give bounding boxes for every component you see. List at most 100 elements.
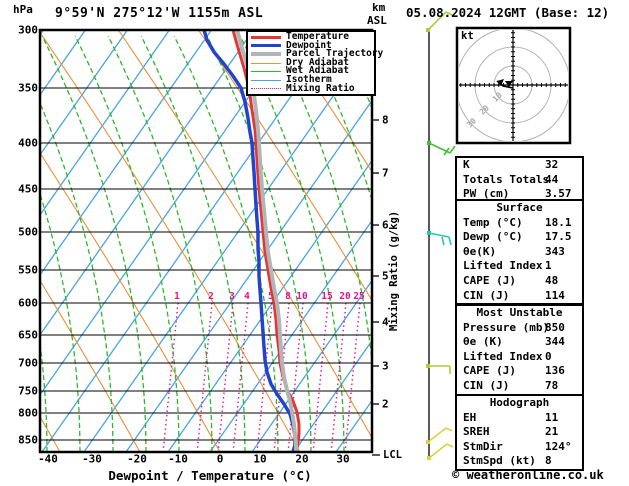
table-row-label: Totals Totals [463, 172, 550, 186]
legend-item-label: Mixing Ratio [286, 82, 355, 94]
table-row: EH 11 [457, 411, 582, 426]
pressure-tick-label: 600 [18, 296, 38, 310]
table-row-value: 48 [545, 273, 559, 287]
legend-line-sample [251, 44, 281, 48]
table-row-label: SREH [463, 425, 490, 439]
temperature-tick-label: 0 [216, 452, 224, 466]
table-row: StmSpd (kt) 8 [457, 454, 582, 469]
table-row: Pressure (mb) 850 [457, 321, 582, 336]
table-row: θe (K) 344 [457, 335, 582, 350]
pressure-tick-label: 300 [18, 23, 38, 37]
table-row-value: 32 [545, 158, 559, 171]
table-section: K 32 Totals Totals 44 PW (cm) 3.57 [455, 156, 584, 204]
table-row: CAPE (J) 136 [457, 364, 582, 379]
pressure-tick-label: 800 [18, 406, 38, 420]
mixing-ratio-axis-title: Mixing Ratio (g/kg) [388, 210, 400, 331]
table-row-label: Lifted Index [463, 259, 543, 273]
pressure-tick-label: 700 [18, 356, 38, 370]
wind-barb [427, 443, 454, 460]
table-row: θe(K) 343 [457, 245, 582, 260]
legend-item: Mixing Ratio [251, 82, 372, 94]
datetime-label: 05.08.2024 12GMT (Base: 12) [406, 5, 610, 20]
table-row: CIN (J) 78 [457, 379, 582, 394]
mixing-ratio-line-label: 8 [285, 291, 291, 302]
temperature-tick-label: -20 [127, 452, 147, 466]
legend-line-sample [251, 52, 281, 57]
hodograph-unit-label: kt [461, 30, 474, 42]
table-row-label: CIN (J) [463, 378, 510, 392]
mixing-ratio-line-label: 15 [321, 291, 333, 302]
altitude-unit-asl: ASL [367, 14, 387, 27]
legend: Temperature Dewpoint Parcel Trajectory Dry … [246, 30, 383, 97]
table-row: Totals Totals 44 [457, 173, 582, 188]
temperature-tick-label: 10 [253, 452, 267, 466]
table-row: Temp (°C) 18.1 [457, 216, 582, 231]
page-title: 9°59'N 275°12'W 1155m ASL [55, 6, 264, 21]
table-row-label: EH [463, 410, 477, 424]
km-tick-label: 3 [382, 359, 389, 373]
mixing-ratio-line-label: 25 [353, 291, 365, 302]
legend-line-sample [251, 71, 281, 73]
table-row-label: StmDir [463, 439, 503, 453]
table-row-value: 21 [545, 425, 559, 439]
table-row-label: CAPE (J) [463, 273, 516, 287]
table-row-label: θe(K) [463, 244, 497, 258]
table-row-label: StmSpd (kt) [463, 454, 536, 468]
km-tick-label: 7 [382, 166, 389, 180]
temperature-tick-label: -30 [82, 452, 102, 466]
table-row-label: CAPE (J) [463, 364, 516, 378]
wind-barb-column [426, 11, 456, 460]
table-section: Most Unstable Pressure (mb) 850 θe (K) 344 Li… [455, 304, 584, 396]
table-row: Lifted Index 1 [457, 259, 582, 274]
table-section-header: Hodograph [489, 396, 550, 409]
table-row-value: 1 [545, 259, 552, 273]
copyright-label: © weatheronline.co.uk [452, 468, 604, 482]
table-section: Surface Temp (°C) 18.1 Dewp (°C) 17.5 θe(K) 34… [455, 199, 584, 306]
wind-barb [427, 231, 452, 246]
pressure-tick-label: 450 [18, 182, 38, 196]
pressure-tick-label: 650 [18, 328, 38, 342]
table-row-label: K [463, 158, 470, 171]
table-row-value: 0 [545, 349, 552, 363]
table-row-value: 114 [545, 288, 565, 302]
mixing-ratio-line-label: 2 [208, 291, 214, 302]
mixing-ratio-line-label: 10 [296, 291, 308, 302]
lcl-label: LCL [383, 449, 402, 461]
table-row-value: 11 [545, 410, 559, 424]
table-row-label: Lifted Index [463, 349, 543, 363]
table-row: CIN (J) 114 [457, 289, 582, 304]
pressure-unit-label: hPa [13, 3, 33, 16]
pressure-tick-label: 400 [18, 136, 38, 150]
table-row: Lifted Index 0 [457, 350, 582, 365]
table-section-header: Surface [496, 201, 543, 214]
pressure-tick-label: 500 [18, 225, 38, 239]
wind-barb [426, 427, 453, 444]
pressure-tick-label: 550 [18, 263, 38, 277]
skewt-sounding-page: 1 2 3 4 5 8 10 15 20 25 10 20 30 hPa 9°59'N 275°12'W… [0, 0, 629, 486]
temperature-tick-label: 30 [336, 452, 350, 466]
table-row-value: 850 [545, 320, 565, 334]
table-row: SREH 21 [457, 425, 582, 440]
table-row-value: 44 [545, 172, 559, 186]
table-row: CAPE (J) 48 [457, 274, 582, 289]
hodograph-ring-label: 10 [491, 90, 504, 103]
table-row-value: 17.5 [545, 230, 572, 244]
temperature-tick-label: 20 [295, 452, 309, 466]
table-row-value: 344 [545, 335, 565, 349]
table-row-value: 18.1 [545, 215, 572, 229]
table-row-label: Temp (°C) [463, 215, 523, 229]
table-row-value: 343 [545, 244, 565, 258]
hodograph: 102030 [455, 26, 572, 145]
table-row-value: 78 [545, 378, 559, 392]
legend-line-sample [251, 62, 281, 64]
mixing-ratio-line-label: 4 [244, 291, 250, 302]
table-section-header: Most Unstable [476, 306, 563, 319]
table-row-label: θe (K) [463, 335, 503, 349]
table-row: K 32 [457, 158, 582, 173]
table-row-label: Pressure (mb) [463, 320, 550, 334]
table-row-label: Dewp (°C) [463, 230, 523, 244]
altitude-unit-km: km [372, 1, 386, 14]
km-tick-label: 8 [382, 113, 389, 127]
legend-line-sample [251, 88, 281, 90]
pressure-tick-label: 350 [18, 81, 38, 95]
